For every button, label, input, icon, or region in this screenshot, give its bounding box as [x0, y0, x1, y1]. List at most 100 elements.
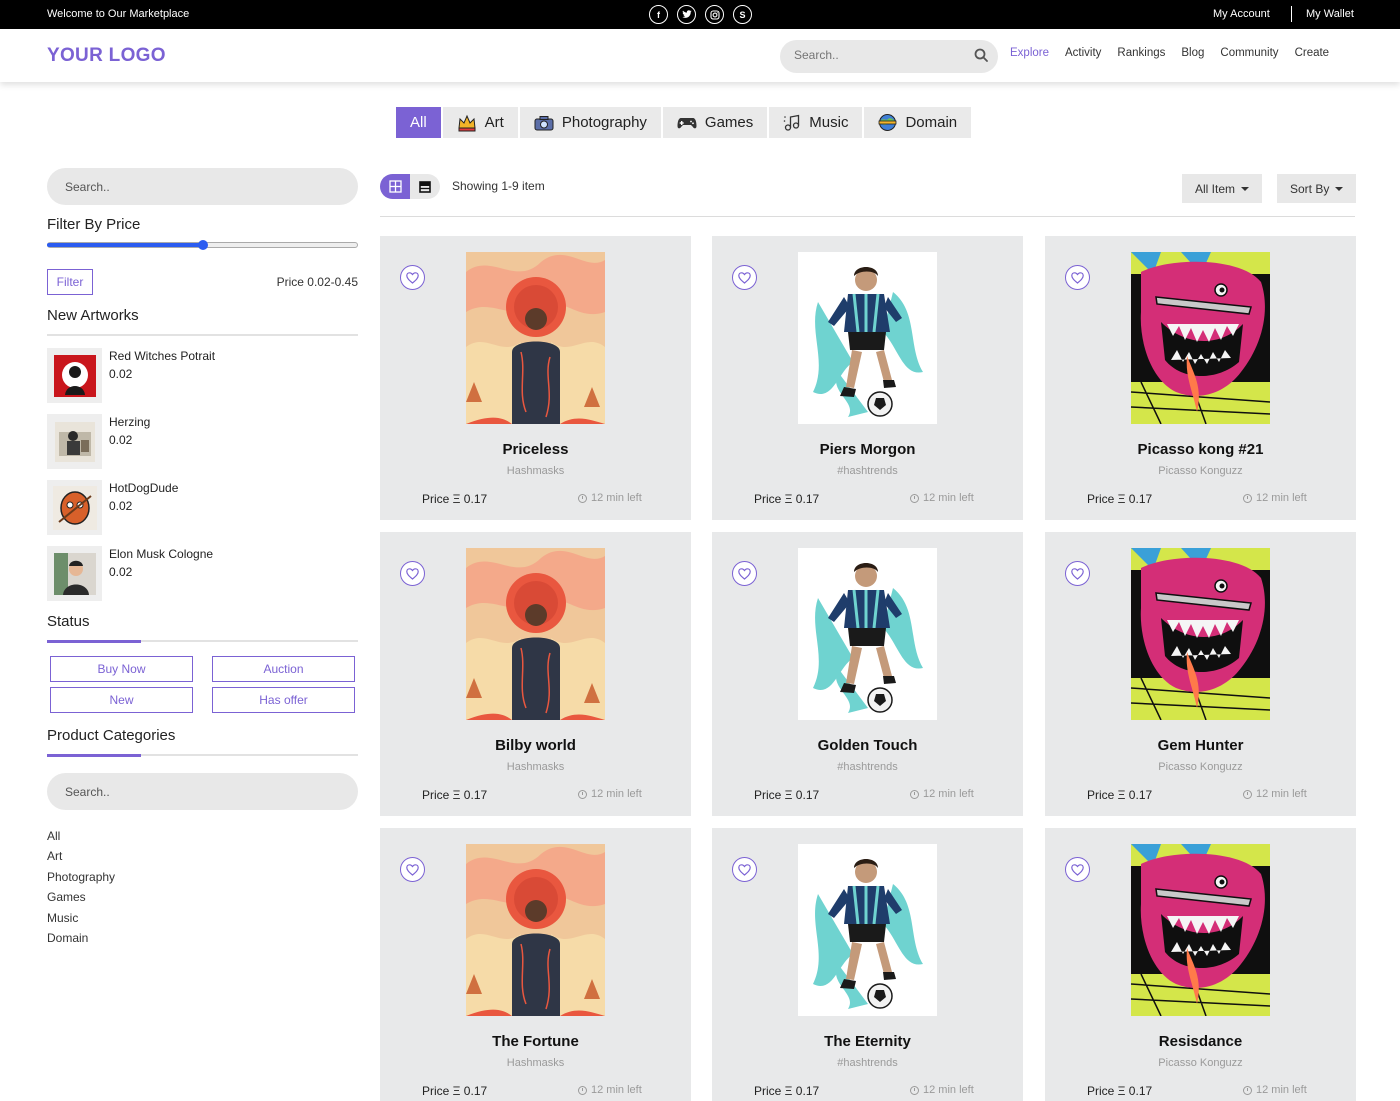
- list-item[interactable]: Elon Musk Cologne 0.02: [47, 546, 347, 602]
- price-slider-handle[interactable]: [197, 240, 208, 250]
- tab-photography[interactable]: Photography: [519, 107, 661, 138]
- section-divider: [47, 754, 358, 757]
- grid-view-button[interactable]: [380, 174, 410, 199]
- status-auction-button[interactable]: Auction: [212, 656, 355, 682]
- nft-card[interactable]: Piers Morgon #hashtrends Price Ξ 0.17 12 mi…: [712, 236, 1023, 520]
- all-item-dropdown[interactable]: All Item: [1182, 174, 1263, 203]
- nft-card[interactable]: Priceless Hashmasks Price Ξ 0.17 12 min lef…: [380, 236, 691, 520]
- nav-activity[interactable]: Activity: [1065, 47, 1101, 59]
- category-link-all[interactable]: All: [47, 828, 115, 848]
- twitter-icon[interactable]: [677, 5, 696, 24]
- time-left-text: 12 min left: [1256, 788, 1307, 800]
- list-item[interactable]: Red Witches Potrait 0.02: [47, 348, 347, 404]
- artwork-image[interactable]: [1131, 844, 1270, 1016]
- card-title[interactable]: The Eternity: [712, 1033, 1023, 1050]
- new-artworks-title: New Artworks: [47, 307, 139, 324]
- nav-community[interactable]: Community: [1220, 47, 1278, 59]
- card-title[interactable]: The Fortune: [380, 1033, 691, 1050]
- divider: [1291, 6, 1292, 22]
- card-title[interactable]: Piers Morgon: [712, 441, 1023, 458]
- list-item[interactable]: HotDogDude 0.02: [47, 480, 347, 536]
- favorite-heart-icon[interactable]: [732, 561, 757, 586]
- tab-domain[interactable]: Domain: [864, 107, 972, 138]
- status-has-offer-button[interactable]: Has offer: [212, 687, 355, 713]
- artwork-image[interactable]: [466, 252, 605, 424]
- card-title[interactable]: Priceless: [380, 441, 691, 458]
- list-item[interactable]: Herzing 0.02: [47, 414, 347, 470]
- category-link-music[interactable]: Music: [47, 910, 115, 930]
- category-link-domain[interactable]: Domain: [47, 930, 115, 950]
- favorite-heart-icon[interactable]: [732, 857, 757, 882]
- nft-card[interactable]: Resisdance Picasso Konguzz Price Ξ 0.17 12 …: [1045, 828, 1356, 1101]
- time-left-text: 12 min left: [1256, 1084, 1307, 1096]
- card-owner: #hashtrends: [837, 761, 898, 773]
- category-link-games[interactable]: Games: [47, 889, 115, 909]
- card-time-left: 12 min left: [578, 492, 642, 504]
- card-time-left: 12 min left: [578, 1084, 642, 1096]
- facebook-icon[interactable]: f: [649, 5, 668, 24]
- nav-create[interactable]: Create: [1295, 47, 1330, 59]
- artwork-image[interactable]: [1131, 548, 1270, 720]
- card-title[interactable]: Gem Hunter: [1045, 737, 1356, 754]
- nft-card[interactable]: The Eternity #hashtrends Price Ξ 0.17 12 mi…: [712, 828, 1023, 1101]
- favorite-heart-icon[interactable]: [1065, 857, 1090, 882]
- tab-games[interactable]: Games: [662, 107, 768, 138]
- artwork-image[interactable]: [466, 844, 605, 1016]
- nft-card[interactable]: Bilby world Hashmasks Price Ξ 0.17 12 min l…: [380, 532, 691, 816]
- instagram-icon[interactable]: [705, 5, 724, 24]
- clock-icon: [578, 1085, 587, 1095]
- nft-card[interactable]: The Fortune Hashmasks Price Ξ 0.17 12 min l…: [380, 828, 691, 1101]
- nav-blog[interactable]: Blog: [1181, 47, 1204, 59]
- clock-icon: [1243, 789, 1252, 799]
- tab-all[interactable]: All: [396, 107, 441, 138]
- sort-by-dropdown[interactable]: Sort By: [1277, 174, 1357, 203]
- caret-down-icon: [1335, 186, 1344, 191]
- favorite-heart-icon[interactable]: [400, 857, 425, 882]
- favorite-heart-icon[interactable]: [1065, 561, 1090, 586]
- tab-art[interactable]: Art: [442, 107, 518, 138]
- artwork-price: 0.02: [109, 499, 133, 513]
- status-buy-now-button[interactable]: Buy Now: [50, 656, 193, 682]
- category-link-photography[interactable]: Photography: [47, 869, 115, 889]
- caret-down-icon: [1241, 186, 1250, 191]
- favorite-heart-icon[interactable]: [1065, 265, 1090, 290]
- card-title[interactable]: Golden Touch: [712, 737, 1023, 754]
- tab-music[interactable]: Music: [769, 107, 863, 138]
- card-title[interactable]: Bilby world: [380, 737, 691, 754]
- nft-card[interactable]: Gem Hunter Picasso Konguzz Price Ξ 0.17 12 …: [1045, 532, 1356, 816]
- time-left-text: 12 min left: [923, 1084, 974, 1096]
- favorite-heart-icon[interactable]: [400, 265, 425, 290]
- artwork-image[interactable]: [798, 548, 937, 720]
- category-link-art[interactable]: Art: [47, 848, 115, 868]
- list-view-button[interactable]: [410, 174, 440, 199]
- artwork-price: 0.02: [109, 367, 133, 381]
- card-title[interactable]: Picasso kong #21: [1045, 441, 1356, 458]
- clock-icon: [1243, 493, 1252, 503]
- search-icon[interactable]: [974, 48, 988, 62]
- artwork-image[interactable]: [466, 548, 605, 720]
- nft-card[interactable]: Golden Touch #hashtrends Price Ξ 0.17 12 mi…: [712, 532, 1023, 816]
- card-title[interactable]: Resisdance: [1045, 1033, 1356, 1050]
- toolbar-divider: [380, 216, 1355, 217]
- skype-icon[interactable]: S: [733, 5, 752, 24]
- favorite-heart-icon[interactable]: [732, 265, 757, 290]
- my-account-link[interactable]: My Account: [1213, 8, 1270, 20]
- my-wallet-link[interactable]: My Wallet: [1306, 8, 1354, 20]
- artwork-image[interactable]: [798, 252, 937, 424]
- filter-button[interactable]: Filter: [47, 269, 93, 295]
- artwork-image[interactable]: [1131, 252, 1270, 424]
- top-bar: Welcome to Our Marketplace f S My Accoun…: [0, 0, 1400, 29]
- status-new-button[interactable]: New: [50, 687, 193, 713]
- card-time-left: 12 min left: [578, 788, 642, 800]
- tab-label: Music: [809, 114, 849, 131]
- crown-icon: [458, 114, 476, 131]
- artwork-image[interactable]: [798, 844, 937, 1016]
- nav-rankings[interactable]: Rankings: [1117, 47, 1165, 59]
- header-search-input[interactable]: [794, 48, 964, 62]
- sidebar-search[interactable]: Search..: [47, 168, 358, 205]
- logo[interactable]: YOUR LOGO: [47, 45, 166, 67]
- product-category-search[interactable]: Search..: [47, 773, 358, 810]
- nft-card[interactable]: Picasso kong #21 Picasso Konguzz Price Ξ 0…: [1045, 236, 1356, 520]
- favorite-heart-icon[interactable]: [400, 561, 425, 586]
- nav-explore[interactable]: Explore: [1010, 47, 1049, 59]
